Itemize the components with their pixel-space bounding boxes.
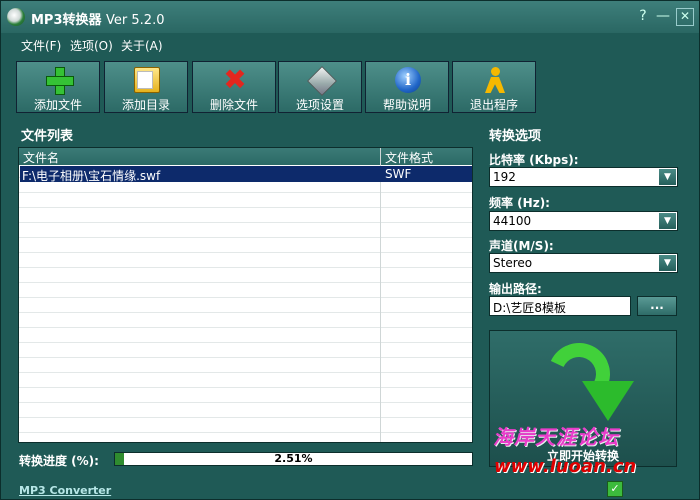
menu-file[interactable]: 文件(F) [21,37,61,54]
options-title: 转换选项 [489,129,542,144]
delete-file-button[interactable]: ✖ 删除文件 [192,61,276,113]
app-title: MP3转换器 [31,13,102,28]
file-list-header: 文件名 文件格式 [19,148,472,165]
plus-icon [46,67,74,95]
browse-button[interactable]: ... [637,296,677,316]
column-divider[interactable] [380,148,381,442]
settings-cube-icon [307,66,337,96]
add-file-label: 添加文件 [33,98,82,112]
channel-value: Stereo [493,256,533,270]
row-filename: F:\电子相册\宝石情缘.swf [22,169,161,183]
output-path-input[interactable]: D:\艺匠8模板 [489,296,631,316]
menu-bar: 文件(F) 选项(O) 关于(A) [1,35,699,55]
help-icon[interactable]: ? [635,8,651,24]
watermark-text: 海岸天涯论坛 [493,425,619,449]
add-file-button[interactable]: 添加文件 [16,61,100,113]
settings-label: 选项设置 [295,98,344,112]
frequency-label: 频率 (Hz): [489,196,550,210]
folder-icon [134,67,160,93]
progress-label: 转换进度 (%): [19,454,99,468]
menu-options[interactable]: 选项(O) [70,37,113,54]
channel-label: 声道(M/S): [489,239,554,253]
exit-label: 退出程序 [469,98,518,112]
file-list-title: 文件列表 [21,129,74,144]
chevron-down-icon[interactable]: ▼ [659,255,676,271]
watermark-url: www.luoan.cn [494,456,637,477]
column-format[interactable]: 文件格式 [385,149,433,166]
exit-person-icon [482,67,508,93]
app-name-link[interactable]: MP3 Converter [19,484,111,497]
add-folder-label: 添加目录 [121,98,170,112]
app-logo-icon [7,8,25,26]
file-list[interactable]: 文件名 文件格式 F:\电子相册\宝石情缘.swf SWF [18,147,473,443]
add-folder-button[interactable]: 添加目录 [104,61,188,113]
row-format: SWF [385,167,412,181]
output-path-value: D:\艺匠8模板 [493,301,566,315]
minimize-icon[interactable]: — [655,8,671,24]
settings-button[interactable]: 选项设置 [278,61,362,113]
app-version: Ver 5.2.0 [106,13,165,28]
bitrate-select[interactable]: 192 ▼ [489,167,678,187]
window-title: MP3转换器 Ver 5.2.0 [31,9,164,28]
column-filename[interactable]: 文件名 [23,149,59,166]
close-icon[interactable]: ✕ [676,8,694,26]
toolbar: 添加文件 添加目录 ✖ 删除文件 选项设置 i 帮助说明 退出程序 [16,61,538,115]
title-bar[interactable]: MP3转换器 Ver 5.2.0 ? — ✕ [1,1,699,33]
progress-bar: 2.51% [114,452,473,466]
delete-file-label: 删除文件 [209,98,258,112]
frequency-select[interactable]: 44100 ▼ [489,211,678,231]
delete-x-icon: ✖ [223,63,247,96]
frequency-value: 44100 [493,214,532,228]
progress-value: 2.51% [274,452,313,465]
exit-button[interactable]: 退出程序 [452,61,536,113]
menu-about[interactable]: 关于(A) [121,37,163,54]
chevron-down-icon[interactable]: ▼ [659,169,676,185]
chevron-down-icon[interactable]: ▼ [659,213,676,229]
help-button[interactable]: i 帮助说明 [365,61,449,113]
help-label: 帮助说明 [382,98,431,112]
bitrate-value: 192 [493,170,516,184]
table-row[interactable]: F:\电子相册\宝石情缘.swf SWF [20,166,472,183]
app-window: MP3转换器 Ver 5.2.0 ? — ✕ 文件(F) 选项(O) 关于(A)… [0,0,700,500]
bitrate-label: 比特率 (Kbps): [489,153,579,167]
channel-select[interactable]: Stereo ▼ [489,253,678,273]
info-icon: i [395,67,421,93]
check-icon: ✓ [607,481,623,497]
output-label: 输出路径: [489,282,542,296]
